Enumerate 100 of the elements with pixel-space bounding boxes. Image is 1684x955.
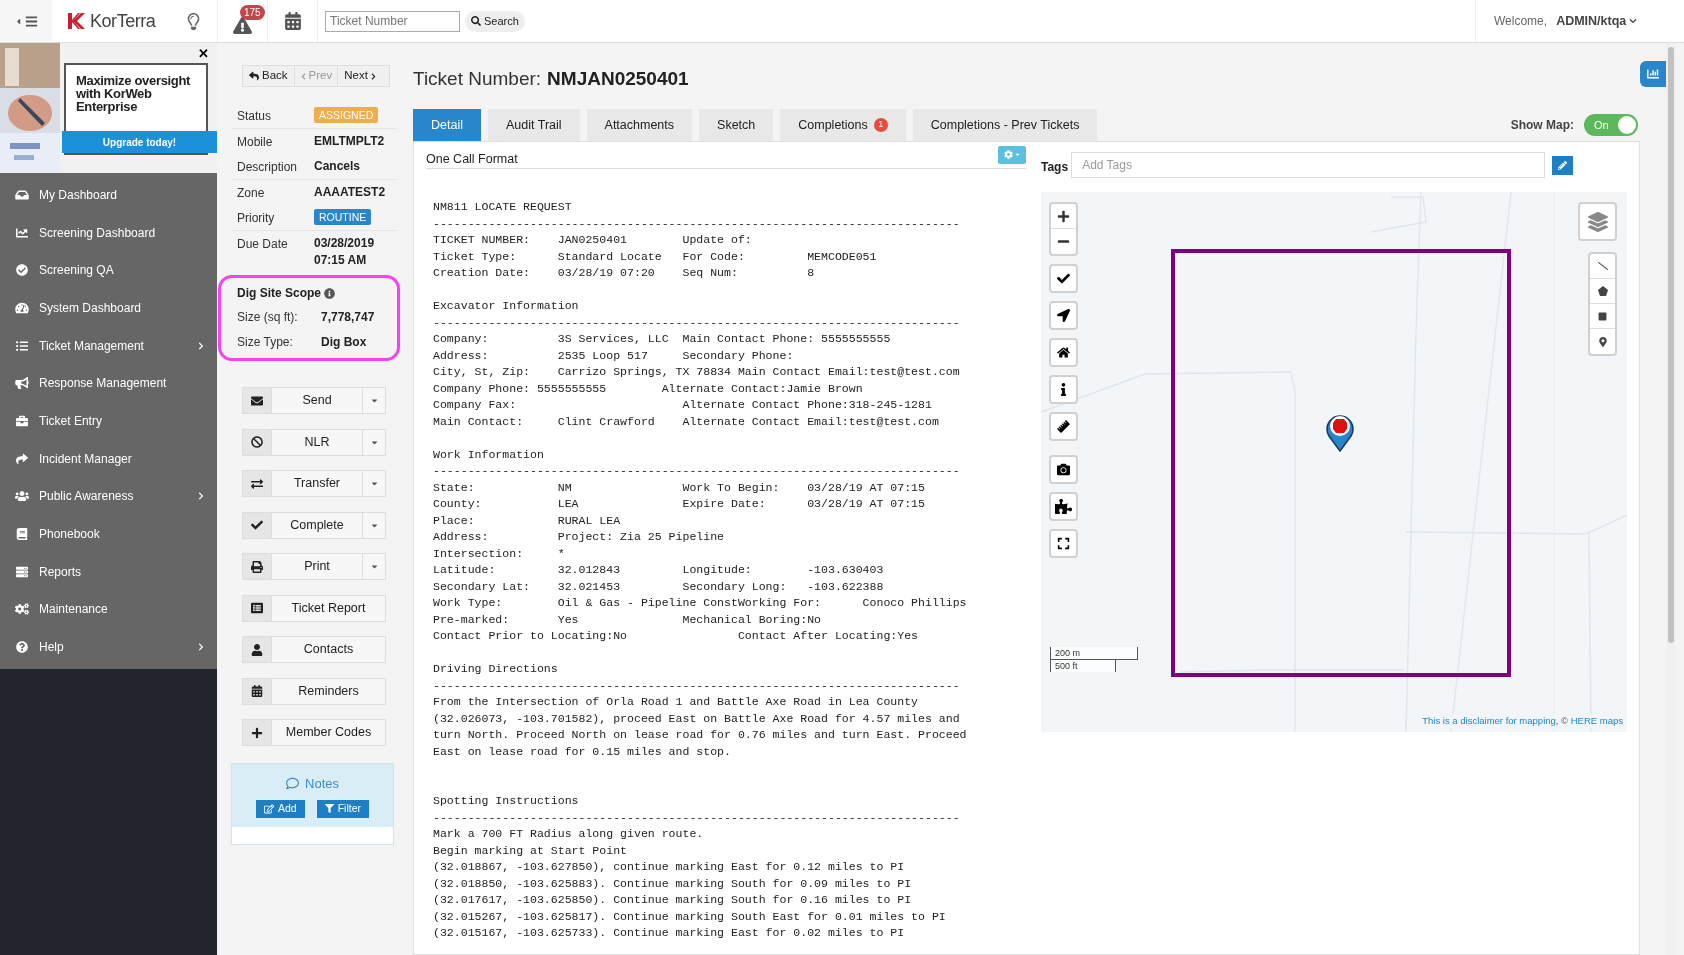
action-button[interactable]: Send bbox=[272, 388, 362, 413]
menu-toggle-icon[interactable] bbox=[0, 0, 52, 42]
user-menu[interactable]: ADMIN/ktqa bbox=[1556, 11, 1638, 31]
map-tool-button[interactable] bbox=[1049, 455, 1078, 484]
ticket-text-line: County: LEA Expire Date: 03/28/19 AT 07:15 bbox=[433, 496, 926, 512]
ticket-text-line: (32.015167, -103.625733). Continue marking East for 0.02 miles to PI bbox=[433, 925, 906, 941]
caret-icon bbox=[369, 396, 379, 405]
disclaimer-link[interactable]: This is a disclaimer for mapping bbox=[1422, 713, 1556, 728]
alert-count-badge: 175 bbox=[240, 5, 265, 20]
pencil-icon bbox=[1558, 160, 1568, 170]
edit-button[interactable] bbox=[1552, 155, 1574, 175]
attribution-link[interactable]: HERE maps bbox=[1570, 713, 1623, 728]
show-map-label: Show Map: bbox=[1510, 117, 1574, 134]
map-tool-button[interactable] bbox=[1049, 338, 1078, 367]
dashed-rule: ---------------------------------------------------------------------------- bbox=[433, 677, 961, 694]
tags-field[interactable]: Add Tags bbox=[1071, 152, 1546, 178]
chart-button[interactable] bbox=[1640, 61, 1666, 87]
swap-arrows-icon bbox=[251, 477, 263, 490]
sidebar-item[interactable]: System Dashboard bbox=[0, 289, 217, 327]
caret-icon bbox=[369, 562, 379, 571]
map-tool-button[interactable] bbox=[1049, 375, 1078, 404]
promo-headline: Maximize oversight with KorWeb Enterprise bbox=[75, 72, 192, 113]
ticket-text-line: From the Intersection of Orla Road 1 and Battle Axe Road in Lea County bbox=[433, 694, 920, 710]
tab[interactable]: Completions - Prev Tickets bbox=[912, 109, 1098, 141]
sidebar-item[interactable]: Phonebook bbox=[0, 515, 217, 553]
sidebar-item[interactable]: My Dashboard bbox=[0, 176, 217, 214]
tab[interactable]: Completions 1 bbox=[780, 109, 906, 141]
action-button[interactable]: Complete bbox=[272, 512, 362, 538]
status-badge: ROUTINE bbox=[314, 208, 372, 225]
tab[interactable]: Sketch bbox=[699, 109, 774, 141]
tab[interactable]: Detail bbox=[413, 109, 481, 141]
stack-icon bbox=[15, 565, 29, 578]
action-button[interactable]: NLR bbox=[272, 429, 362, 455]
tab[interactable]: Attachments bbox=[586, 109, 693, 141]
sidebar-item[interactable]: Reports bbox=[0, 552, 217, 591]
next-button[interactable]: Next bbox=[338, 66, 383, 86]
puzzle-icon bbox=[1055, 498, 1072, 515]
sidebar-item[interactable]: Screening QA bbox=[0, 251, 217, 290]
sidebar-item[interactable]: Incident Manager bbox=[0, 439, 217, 478]
sidebar-item[interactable]: Maintenance bbox=[0, 590, 217, 629]
plus-icon bbox=[251, 726, 263, 739]
chevron-right-icon bbox=[197, 643, 205, 652]
action-button[interactable]: Transfer bbox=[272, 471, 362, 496]
sidebar-item[interactable]: Ticket Entry bbox=[0, 402, 217, 440]
tab[interactable]: Audit Trail bbox=[487, 109, 580, 141]
add-note-button[interactable]: Add bbox=[256, 799, 305, 818]
ticket-text-line: Secondary Lat: 32.021453 Secondary Long: -103.622388 bbox=[433, 578, 885, 595]
action-button[interactable]: Member Codes bbox=[272, 720, 385, 745]
page-title-label: Ticket Number: bbox=[413, 66, 542, 91]
printer-icon bbox=[251, 560, 263, 573]
map-tool-button[interactable] bbox=[1049, 529, 1078, 558]
map-tool-button[interactable] bbox=[1049, 492, 1078, 521]
map-tool-button[interactable] bbox=[1049, 412, 1078, 441]
copyright-text: , © bbox=[1555, 713, 1570, 728]
back-button[interactable]: Back bbox=[243, 66, 295, 86]
action-button[interactable]: Contacts bbox=[272, 637, 385, 662]
section-heading: NM811 LOCATE REQUEST bbox=[433, 199, 573, 215]
upgrade-button[interactable]: Upgrade today! bbox=[62, 131, 217, 153]
sidebar-item[interactable]: Response Management bbox=[0, 364, 217, 403]
chevron-right-icon bbox=[369, 72, 377, 80]
map-pin-icon bbox=[1597, 336, 1608, 347]
action-button[interactable]: Print bbox=[272, 554, 362, 579]
sidebar-item[interactable]: Public Awareness bbox=[0, 477, 217, 516]
edit-icon bbox=[264, 803, 274, 814]
ticket-text-line: Work Type: Oil & Gas - Pipeline ConstWorking For: Conoco Phillips bbox=[433, 595, 968, 611]
search-icon bbox=[471, 16, 481, 26]
info-icon[interactable] bbox=[324, 287, 336, 299]
sidebar-item[interactable]: Help bbox=[0, 628, 217, 666]
filter-button[interactable]: Filter bbox=[316, 799, 369, 818]
pentagon-icon bbox=[1597, 286, 1608, 296]
ticket-text-line: Intersection: * bbox=[433, 545, 566, 562]
ticket-text-line: (32.018850, -103.625883). Continue marking South for 0.09 miles to PI bbox=[433, 875, 913, 892]
line-icon bbox=[1597, 261, 1608, 271]
section-heading: Excavator Information bbox=[433, 298, 580, 314]
scrollbar-thumb[interactable] bbox=[1668, 47, 1674, 643]
action-button[interactable]: Reminders bbox=[272, 678, 385, 704]
close-button[interactable]: ✕ bbox=[198, 46, 209, 61]
field-value: Dig Box bbox=[321, 333, 367, 351]
count-badge: 1 bbox=[873, 118, 888, 132]
dashed-rule: ---------------------------------------------------------------------------- bbox=[433, 314, 961, 331]
field-value: EMLTMPLT2 bbox=[314, 132, 386, 150]
sidebar-item[interactable]: Ticket Management bbox=[0, 326, 217, 365]
field-label: Description bbox=[237, 158, 299, 176]
ticket-text-line: City, St, Zip: Carrizo Springs, TX 78834 Main Contact Email:test@test.com bbox=[433, 364, 961, 380]
field-value: Cancels bbox=[314, 157, 362, 175]
ticket-number-field[interactable]: Ticket Number bbox=[325, 10, 460, 32]
ticket-number: NMJAN0250401 bbox=[547, 66, 689, 91]
alert-icon[interactable] bbox=[233, 15, 252, 35]
fullscreen-icon bbox=[1057, 537, 1070, 550]
field-label: Zone bbox=[237, 184, 266, 202]
camera-icon bbox=[1057, 463, 1070, 476]
action-button[interactable]: Ticket Report bbox=[272, 595, 385, 621]
map-tool-button[interactable] bbox=[1049, 264, 1078, 293]
field-label: Due Date bbox=[237, 235, 289, 253]
ticket-text-line: turn North. Proceed North on lease road for 0.76 miles and turn East. Proceed bbox=[433, 727, 968, 743]
search-button[interactable]: Search bbox=[465, 10, 525, 32]
sidebar-item[interactable]: Screening Dashboard bbox=[0, 213, 217, 252]
calendar-icon[interactable] bbox=[283, 12, 302, 30]
map-tool-button[interactable] bbox=[1049, 301, 1078, 330]
map-marker-icon[interactable] bbox=[1325, 412, 1355, 452]
